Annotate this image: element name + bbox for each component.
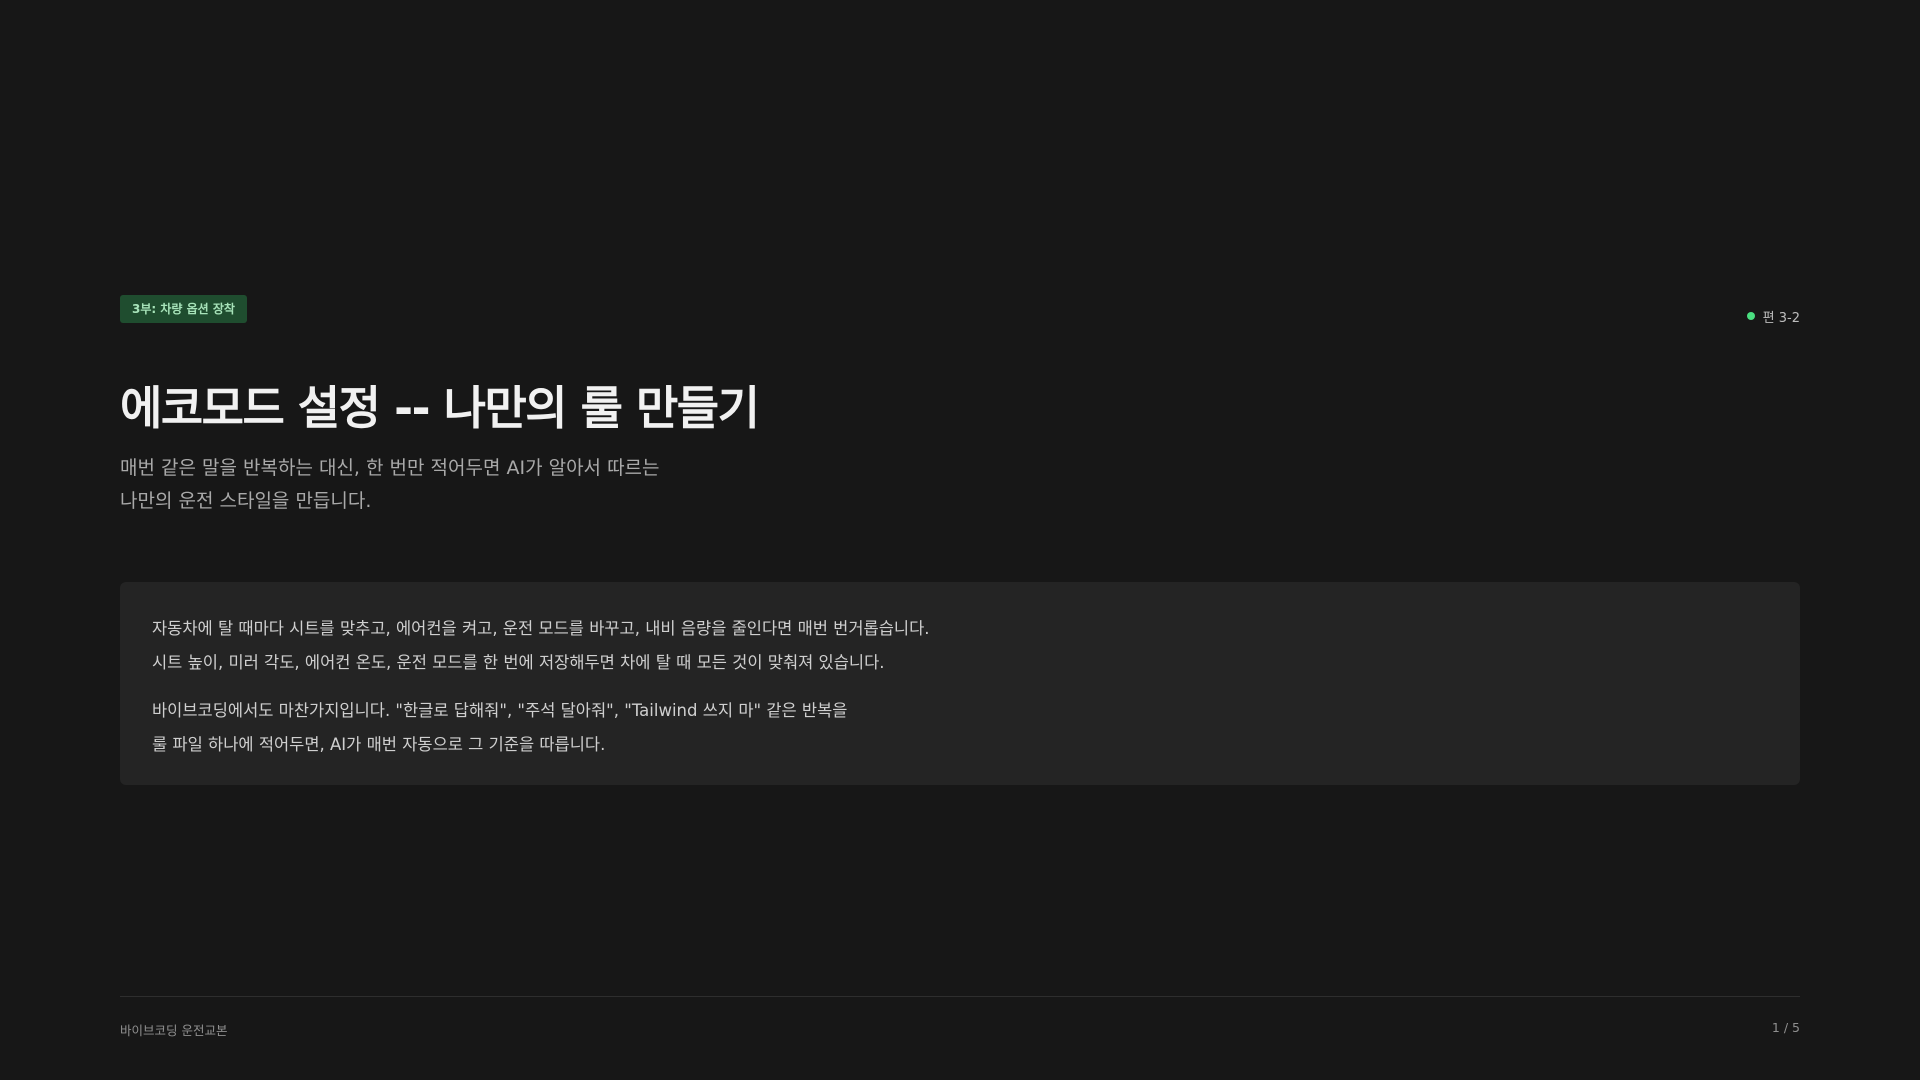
content-card: 자동차에 탈 때마다 시트를 맞추고, 에어컨을 켜고, 운전 모드를 바꾸고,… — [120, 582, 1800, 785]
paragraph-line: 룰 파일 하나에 적어두면, AI가 매번 자동으로 그 기준을 따릅니다. — [152, 735, 606, 754]
paragraph-line: 바이브코딩에서도 마찬가지입니다. "한글로 답해줘", "주석 달아줘", "… — [152, 701, 848, 720]
episode-label: 편 3-2 — [1762, 310, 1800, 326]
footer-book-title: 바이브코딩 운전교본 — [120, 1023, 228, 1038]
slide: 3부: 차량 옵션 장착 편 3-2 에코모드 설정 -- 나만의 룰 만들기 … — [0, 0, 1920, 1080]
subtitle-line: 매번 같은 말을 반복하는 대신, 한 번만 적어두면 AI가 알아서 따르는 — [120, 457, 660, 479]
card-paragraph-vibecoding: 바이브코딩에서도 마찬가지입니다. "한글로 답해줘", "주석 달아줘", "… — [152, 694, 1768, 762]
subtitle: 매번 같은 말을 반복하는 대신, 한 번만 적어두면 AI가 알아서 따르는 … — [120, 452, 660, 518]
page-indicator: 1 / 5 — [1771, 1020, 1800, 1035]
page-title: 에코모드 설정 -- 나만의 룰 만들기 — [120, 381, 760, 435]
card-paragraph-car: 자동차에 탈 때마다 시트를 맞추고, 에어컨을 켜고, 운전 모드를 바꾸고,… — [152, 612, 1768, 680]
status-dot-icon — [1746, 312, 1755, 320]
part-tag: 3부: 차량 옵션 장착 — [120, 295, 247, 323]
subtitle-line: 나만의 운전 스타일을 만듭니다. — [120, 490, 372, 512]
episode-indicator: 편 3-2 — [1746, 306, 1800, 326]
paragraph-line: 자동차에 탈 때마다 시트를 맞추고, 에어컨을 켜고, 운전 모드를 바꾸고,… — [152, 619, 930, 638]
paragraph-line: 시트 높이, 미러 각도, 에어컨 온도, 운전 모드를 한 번에 저장해두면 … — [152, 653, 885, 672]
footer-divider — [120, 996, 1800, 997]
